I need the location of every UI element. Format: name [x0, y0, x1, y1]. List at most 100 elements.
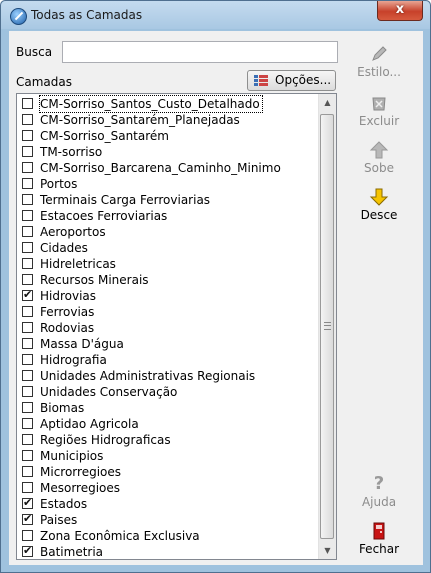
layer-name-label: TM-sorriso [40, 145, 103, 159]
layer-name-label: Aptidao Agricola [40, 417, 139, 431]
layer-visibility-checkbox[interactable] [22, 496, 33, 509]
layer-list-item[interactable]: Zona Econômica Exclusiva [17, 528, 317, 544]
layer-visibility-checkbox[interactable] [22, 226, 33, 237]
layer-list-item[interactable]: Hidreletricas [17, 256, 317, 272]
pencil-icon [345, 43, 413, 65]
move-up-button[interactable]: Sobe [345, 139, 413, 175]
layer-list-item[interactable]: Ferrovias [17, 304, 317, 320]
layer-name-label: Unidades Conservação [40, 385, 178, 399]
layers-label: Camadas [16, 75, 72, 89]
layer-name-label: CM-Sorriso_Santarém [40, 129, 169, 143]
layer-list-item[interactable]: Unidades Administrativas Regionais [17, 368, 317, 384]
help-button-label: Ajuda [361, 495, 397, 509]
layer-visibility-checkbox[interactable] [22, 402, 33, 413]
layer-list-item[interactable]: CM-Sorriso_Santos_Custo_Detalhado [17, 95, 317, 113]
layer-visibility-checkbox[interactable] [22, 178, 33, 189]
layer-list-item[interactable]: Estacoes Ferroviarias [17, 208, 317, 224]
layer-list-item[interactable]: CM-Sorriso_Barcarena_Caminho_Minimo [17, 160, 317, 176]
layer-list-item[interactable]: Massa D'água [17, 336, 317, 352]
layer-list-item[interactable]: Microrregioes [17, 464, 317, 480]
layer-list-item[interactable]: Rodovias [17, 320, 317, 336]
options-button[interactable]: Opções... [247, 70, 336, 91]
layer-visibility-checkbox[interactable] [22, 434, 33, 445]
layer-list-item[interactable]: Portos [17, 176, 317, 192]
exit-door-icon [345, 520, 413, 542]
layer-visibility-checkbox[interactable] [22, 354, 33, 365]
layer-visibility-checkbox[interactable] [22, 98, 33, 109]
app-globe-icon [10, 8, 27, 25]
layer-name-label: Regiões Hidrograficas [40, 433, 171, 447]
layer-list-item[interactable]: Paises [17, 512, 317, 528]
move-up-button-label: Sobe [364, 161, 394, 175]
scrollbar-thumb[interactable] [320, 114, 334, 539]
layer-visibility-checkbox[interactable] [22, 274, 33, 285]
layer-visibility-checkbox[interactable] [22, 146, 33, 157]
vertical-scrollbar[interactable]: ▲ ▼ [318, 94, 336, 559]
layer-visibility-checkbox[interactable] [22, 370, 33, 381]
layer-name-label: Cidades [40, 241, 88, 255]
layer-name-label: Terminais Carga Ferroviarias [40, 193, 211, 207]
layer-visibility-checkbox[interactable] [22, 466, 33, 477]
layers-list[interactable]: CM-Sorriso_Santos_Custo_Detalhado CM-Sorr… [16, 93, 337, 560]
scroll-up-arrow-icon[interactable]: ▲ [319, 94, 336, 111]
layer-visibility-checkbox[interactable] [22, 482, 33, 493]
layer-visibility-checkbox[interactable] [22, 338, 33, 349]
layer-name-label: CM-Sorriso_Santarém_Planejadas [40, 113, 240, 127]
layer-list-item[interactable]: Estados [17, 496, 317, 512]
layer-visibility-checkbox[interactable] [22, 242, 33, 253]
layer-list-item[interactable]: Batimetria [17, 544, 317, 559]
layer-name-label: Paises [40, 513, 78, 527]
layer-visibility-checkbox[interactable] [22, 386, 33, 397]
layer-list-item[interactable]: Terminais Carga Ferroviarias [17, 192, 317, 208]
delete-icon [345, 92, 413, 114]
layer-list-item[interactable]: Regiões Hidrograficas [17, 432, 317, 448]
search-label: Busca [16, 45, 53, 59]
layer-list-item[interactable]: Cidades [17, 240, 317, 256]
layer-list-item[interactable]: Recursos Minerais [17, 272, 317, 288]
layer-visibility-checkbox[interactable] [22, 306, 33, 317]
layer-visibility-checkbox[interactable] [22, 418, 33, 429]
close-window-button[interactable]: x [377, 1, 423, 21]
layer-visibility-checkbox[interactable] [22, 288, 33, 301]
layer-name-label: Rodovias [40, 321, 95, 335]
layer-list-item[interactable]: Aptidao Agricola [17, 416, 317, 432]
close-button[interactable]: Fechar [345, 520, 413, 556]
layer-name-label: Municipios [40, 449, 104, 463]
layer-list-item[interactable]: Hidrografia [17, 352, 317, 368]
title-bar[interactable]: Todas as Camadas x [1, 1, 430, 29]
layer-list-item[interactable]: Unidades Conservação [17, 384, 317, 400]
layer-visibility-checkbox[interactable] [22, 322, 33, 333]
layer-visibility-checkbox[interactable] [22, 512, 33, 525]
search-input[interactable] [62, 41, 338, 63]
layer-visibility-checkbox[interactable] [22, 530, 33, 541]
layer-visibility-checkbox[interactable] [22, 544, 33, 557]
close-button-label: Fechar [358, 542, 400, 556]
layer-list-item[interactable]: TM-sorriso [17, 144, 317, 160]
layer-visibility-checkbox[interactable] [22, 114, 33, 125]
help-button[interactable]: ? Ajuda [345, 473, 413, 509]
layer-name-label: Biomas [40, 401, 85, 415]
layer-list-item[interactable]: Municipios [17, 448, 317, 464]
layer-list-item[interactable]: CM-Sorriso_Santarém [17, 128, 317, 144]
scroll-down-arrow-icon[interactable]: ▼ [319, 542, 336, 559]
style-button[interactable]: Estilo... [345, 43, 413, 79]
layer-name-label: Batimetria [40, 545, 104, 559]
delete-button[interactable]: Excluir [345, 92, 413, 128]
layer-visibility-checkbox[interactable] [22, 450, 33, 461]
layer-name-label: Mesorregioes [40, 481, 121, 495]
layer-name-label: Recursos Minerais [40, 273, 149, 287]
layer-list-item[interactable]: Hidrovias [17, 288, 317, 304]
layer-visibility-checkbox[interactable] [22, 194, 33, 205]
layer-visibility-checkbox[interactable] [22, 258, 33, 269]
move-down-button[interactable]: Desce [345, 186, 413, 222]
layer-list-item[interactable]: Mesorregioes [17, 480, 317, 496]
dialog-client-area: Busca Camadas Opções... CM-Sorriso_Santo… [9, 31, 423, 565]
layer-name-label: Aeroportos [40, 225, 106, 239]
layer-list-item[interactable]: Biomas [17, 400, 317, 416]
layer-name-label: CM-Sorriso_Santos_Custo_Detalhado [39, 95, 263, 113]
layer-list-item[interactable]: Aeroportos [17, 224, 317, 240]
layer-list-item[interactable]: CM-Sorriso_Santarém_Planejadas [17, 112, 317, 128]
layer-visibility-checkbox[interactable] [22, 210, 33, 221]
layer-visibility-checkbox[interactable] [22, 162, 33, 173]
layer-visibility-checkbox[interactable] [22, 130, 33, 141]
